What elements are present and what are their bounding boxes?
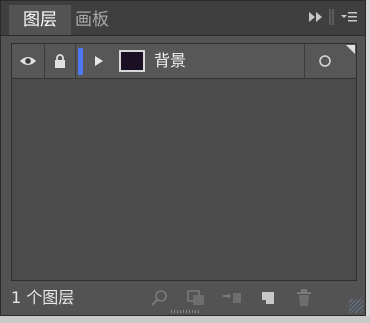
layers-panel: 图层 画板 背景 1 个图层	[0, 0, 366, 316]
layer-count: 1 个图层	[11, 288, 75, 307]
selection-corner-icon	[346, 45, 355, 54]
layers-list: 背景	[11, 43, 357, 281]
resize-grip[interactable]	[171, 310, 201, 313]
layer-name[interactable]: 背景	[154, 44, 186, 78]
corner-resize-handle[interactable]	[349, 299, 363, 313]
footer-icons	[149, 288, 315, 308]
panel-footer: 1 个图层	[1, 281, 365, 315]
new-layer-icon[interactable]	[257, 288, 279, 308]
panel-menu-icon[interactable]	[341, 11, 357, 26]
layer-thumbnail	[119, 50, 145, 72]
expand-toggle[interactable]	[92, 44, 106, 78]
fast-forward-icon[interactable]	[309, 11, 323, 25]
panel-titlebar: 图层 画板	[1, 1, 365, 36]
chevron-right-icon	[95, 56, 103, 66]
lock-icon	[55, 54, 65, 68]
create-sublayer-icon[interactable]	[221, 288, 243, 308]
target-circle-icon	[319, 55, 331, 67]
layer-color-indicator	[78, 48, 83, 75]
lock-toggle[interactable]	[45, 44, 76, 78]
tab-layers[interactable]: 图层	[9, 5, 71, 35]
visibility-toggle[interactable]	[12, 44, 45, 78]
tab-artboards[interactable]: 画板	[69, 5, 115, 35]
make-clipping-mask-icon[interactable]	[185, 288, 207, 308]
eye-icon	[20, 57, 36, 65]
titlebar-icons	[309, 8, 357, 28]
separator-icon	[329, 8, 335, 28]
search-icon[interactable]	[149, 288, 171, 308]
delete-icon[interactable]	[293, 288, 315, 308]
layer-target[interactable]	[304, 44, 345, 78]
layer-row[interactable]: 背景	[12, 44, 356, 79]
panel-bottom-edge	[0, 316, 370, 323]
